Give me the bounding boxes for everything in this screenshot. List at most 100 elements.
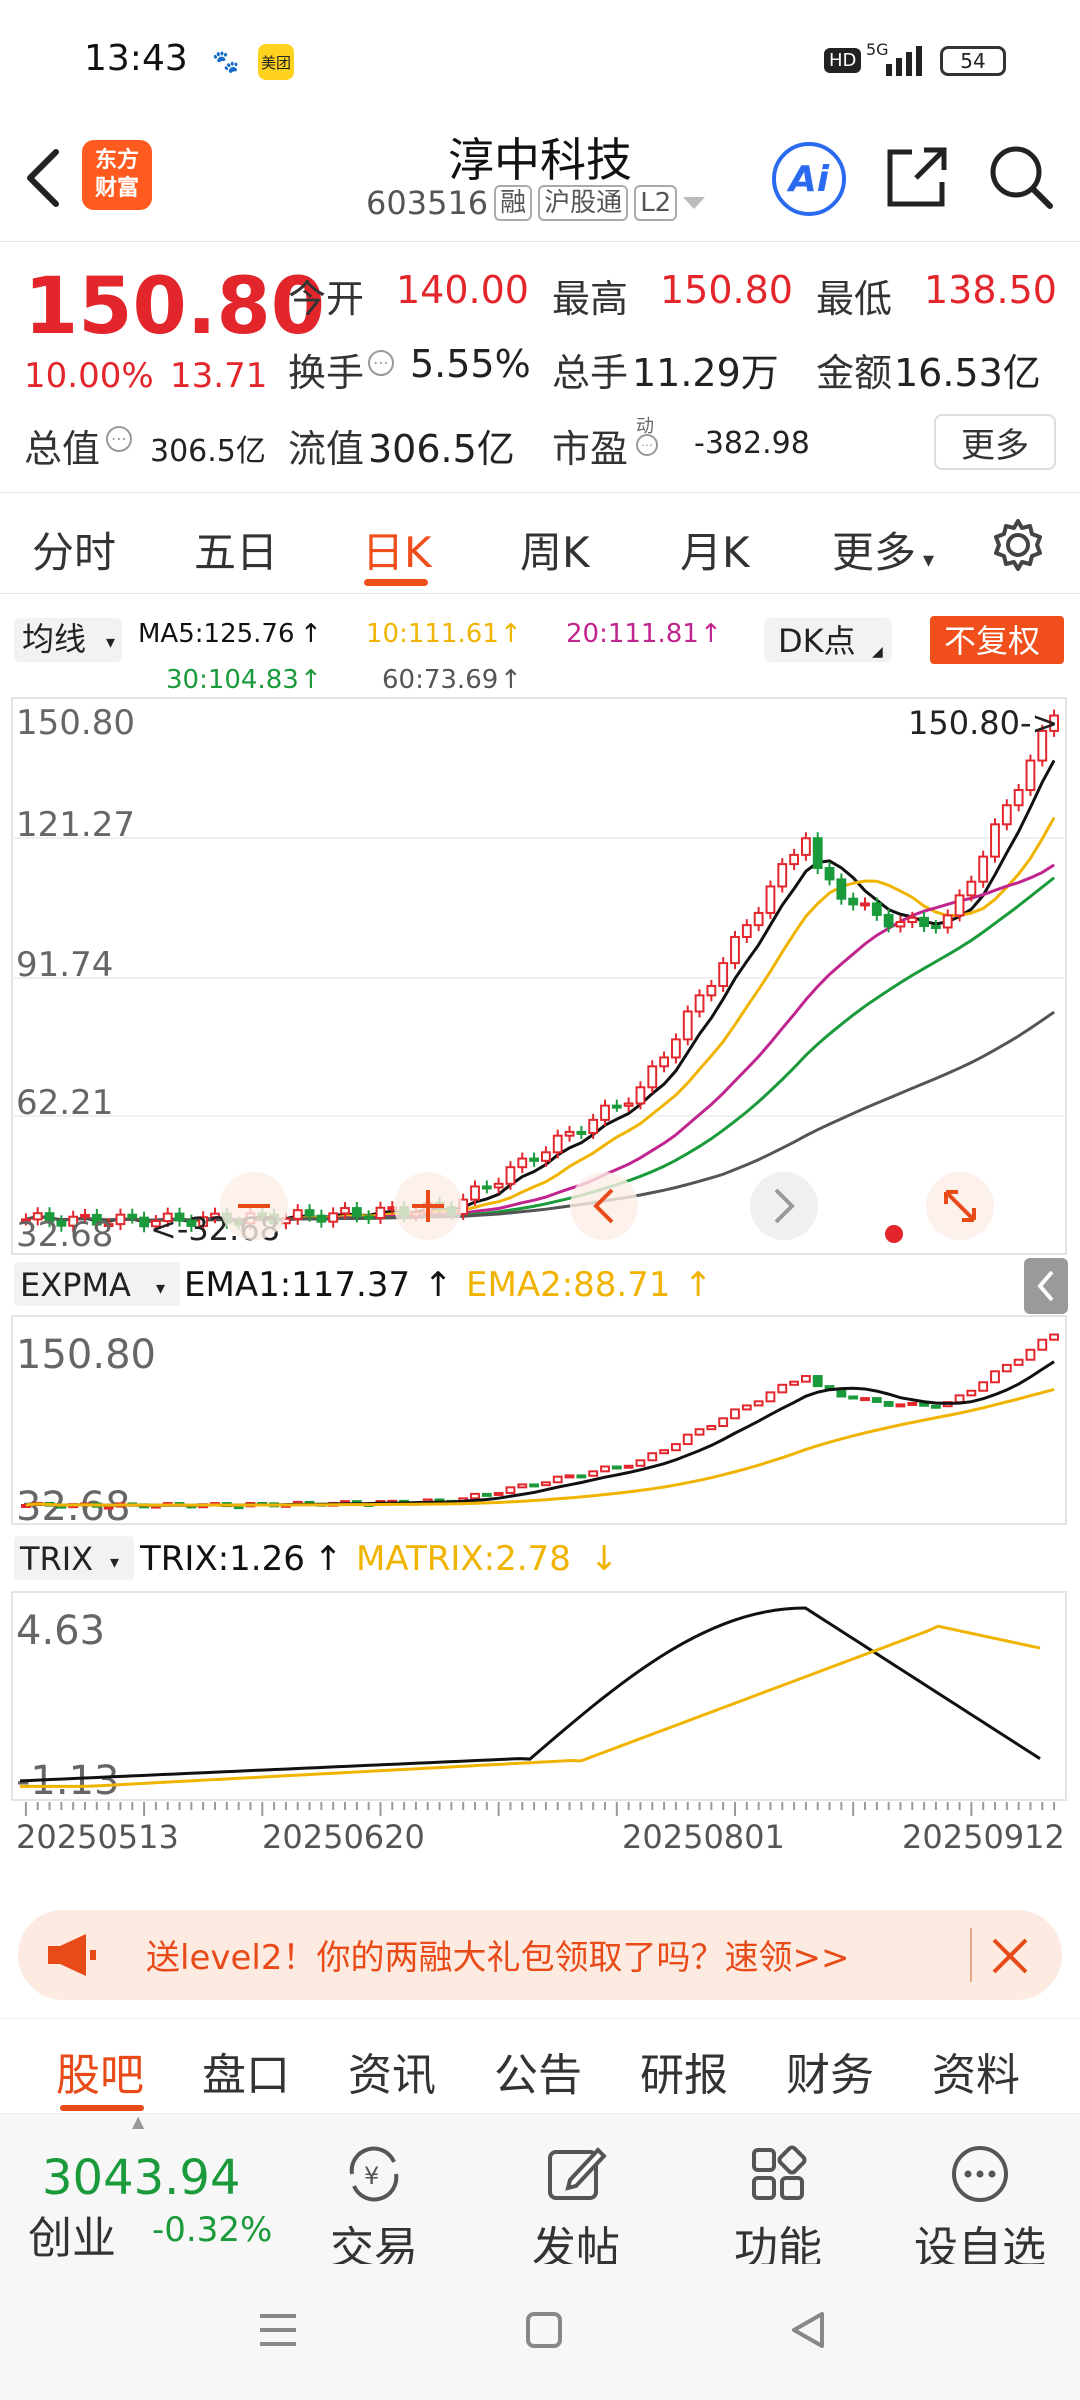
info-icon[interactable]: ⋯	[368, 350, 394, 376]
expma-candle	[505, 1486, 516, 1494]
candle-body	[671, 1038, 681, 1059]
ai-button[interactable]: Ai	[772, 142, 846, 216]
tab-research[interactable]: 研报	[640, 2039, 728, 2103]
high-label: 最高	[552, 277, 629, 321]
ma60-arrow: ↑	[500, 665, 522, 695]
menu-icon[interactable]	[256, 2308, 300, 2352]
home-square-icon[interactable]	[522, 2308, 566, 2352]
ma-select-label: 均线	[22, 620, 86, 658]
expma-candle	[1025, 1348, 1036, 1361]
volume-value: 11.29万	[632, 351, 779, 395]
trix-panel-frame	[11, 1591, 1067, 1801]
change-amount: 13.71	[170, 356, 268, 396]
candle-body	[340, 1207, 350, 1215]
more-button[interactable]: 更多	[934, 414, 1056, 470]
candle-body	[919, 916, 930, 928]
tab-intraday[interactable]: 分时	[32, 519, 116, 580]
kline-chart[interactable]: 均线 ▾ MA5:125.76 ↑ 10:111.61 ↑ 20:111.81 …	[0, 594, 1080, 1894]
trix-top-label: 4.63	[16, 1608, 105, 1654]
tab-five-day[interactable]: 五日	[194, 519, 278, 580]
tab-daily-k[interactable]: 日K	[362, 519, 432, 580]
expma-candle	[966, 1389, 977, 1397]
chevron-up-icon: ▲	[132, 2112, 145, 2131]
search-icon[interactable]	[986, 142, 1056, 212]
tab-guba[interactable]: 股吧	[56, 2039, 144, 2103]
promo-banner[interactable]: 送level2！你的两融大礼包领取了吗？速领>>	[18, 1910, 1062, 2000]
index-change: -0.32%	[152, 2210, 273, 2250]
index-name: 创业	[28, 2213, 116, 2264]
stock-code: 603516	[366, 184, 489, 222]
tab-weekly-k[interactable]: 周K	[520, 519, 590, 580]
alert-dot	[885, 1225, 903, 1243]
close-icon[interactable]	[990, 1936, 1030, 1976]
candle-body	[635, 1086, 646, 1105]
candle-body	[883, 913, 894, 928]
candle-body	[848, 897, 859, 906]
open-value: 140.00	[396, 268, 529, 312]
meituan-app-icon: 美团	[258, 44, 294, 80]
candle-body	[789, 853, 800, 866]
ma5-label: MA5:125.76	[138, 619, 295, 649]
tab-profile[interactable]: 资料	[932, 2039, 1020, 2103]
info-icon[interactable]: ⋯	[106, 426, 132, 452]
ema1-label: EMA1:117.37	[184, 1265, 410, 1305]
change-percent: 10.00%	[24, 356, 154, 396]
candle-body	[647, 1065, 658, 1089]
info-icon[interactable]: ⋯	[636, 434, 658, 456]
dk-label: DK点	[778, 622, 856, 660]
candle-body	[363, 1215, 374, 1220]
ma30-arrow: ↑	[300, 665, 322, 695]
scroll-left-button[interactable]	[570, 1172, 638, 1240]
scroll-right-button[interactable]	[750, 1172, 818, 1240]
candle-body	[931, 925, 941, 930]
nav-functions[interactable]: 功能	[698, 2144, 858, 2276]
candle-body	[824, 867, 835, 881]
date-label: 20250912	[902, 1818, 1065, 1856]
tab-more[interactable]: 更多 ▾	[832, 519, 934, 580]
candle-body	[623, 1102, 634, 1107]
tab-pankou[interactable]: 盘口	[202, 2039, 290, 2103]
low-label: 最低	[816, 277, 893, 321]
expma-candle	[706, 1425, 717, 1431]
index-widget[interactable]: ▲ 3043.94 创业 -0.32%	[0, 2112, 290, 2264]
candle-body	[706, 984, 717, 997]
tab-financials[interactable]: 财务	[786, 2039, 874, 2103]
candle-body	[895, 921, 906, 928]
back-triangle-icon[interactable]	[786, 2308, 830, 2352]
share-icon[interactable]	[882, 142, 952, 212]
expma-candle	[789, 1380, 800, 1386]
nav-post[interactable]: 发帖	[496, 2144, 656, 2276]
stock-code-row[interactable]: 603516 融 沪股通 L2	[366, 184, 706, 222]
nav-trade[interactable]: ¥ 交易	[294, 2144, 454, 2276]
candle-body	[871, 902, 882, 916]
candle-body	[966, 880, 977, 897]
tab-announcements[interactable]: 公告	[494, 2039, 582, 2103]
kline-tabs: 分时 五日 日K 周K 月K 更多 ▾	[0, 492, 1080, 594]
tab-monthly-k[interactable]: 月K	[680, 519, 750, 580]
high-value: 150.80	[660, 268, 793, 312]
candle-body	[505, 1166, 516, 1185]
tab-news[interactable]: 资讯	[348, 2039, 436, 2103]
candle-body	[517, 1157, 528, 1169]
expma-candle	[552, 1475, 563, 1484]
expma-candle	[659, 1449, 670, 1455]
candle-body	[576, 1130, 587, 1135]
active-tab-underline	[60, 2105, 144, 2111]
candle-body	[1001, 804, 1012, 826]
expma-candle	[954, 1394, 965, 1404]
collapse-panel-button[interactable]	[1024, 1258, 1068, 1314]
expma-candle	[801, 1375, 811, 1383]
system-nav-bar	[0, 2264, 1080, 2400]
y-tick-label: 32.68	[16, 1215, 113, 1255]
ma-legend: 均线 ▾ MA5:125.76 ↑ 10:111.61 ↑ 20:111.81 …	[14, 616, 1064, 695]
nav-add-watchlist[interactable]: 设自选	[900, 2144, 1060, 2276]
amount-value: 16.53亿	[894, 351, 1041, 395]
expma-candle	[481, 1492, 492, 1497]
fuquan-label: 不复权	[944, 622, 1040, 660]
candle-body	[682, 1010, 693, 1041]
expma-candle	[812, 1375, 823, 1388]
expma-candle	[1013, 1358, 1024, 1366]
expma-candle	[1001, 1363, 1012, 1373]
expma-candle	[529, 1483, 540, 1488]
settings-gear-icon[interactable]	[990, 517, 1046, 573]
